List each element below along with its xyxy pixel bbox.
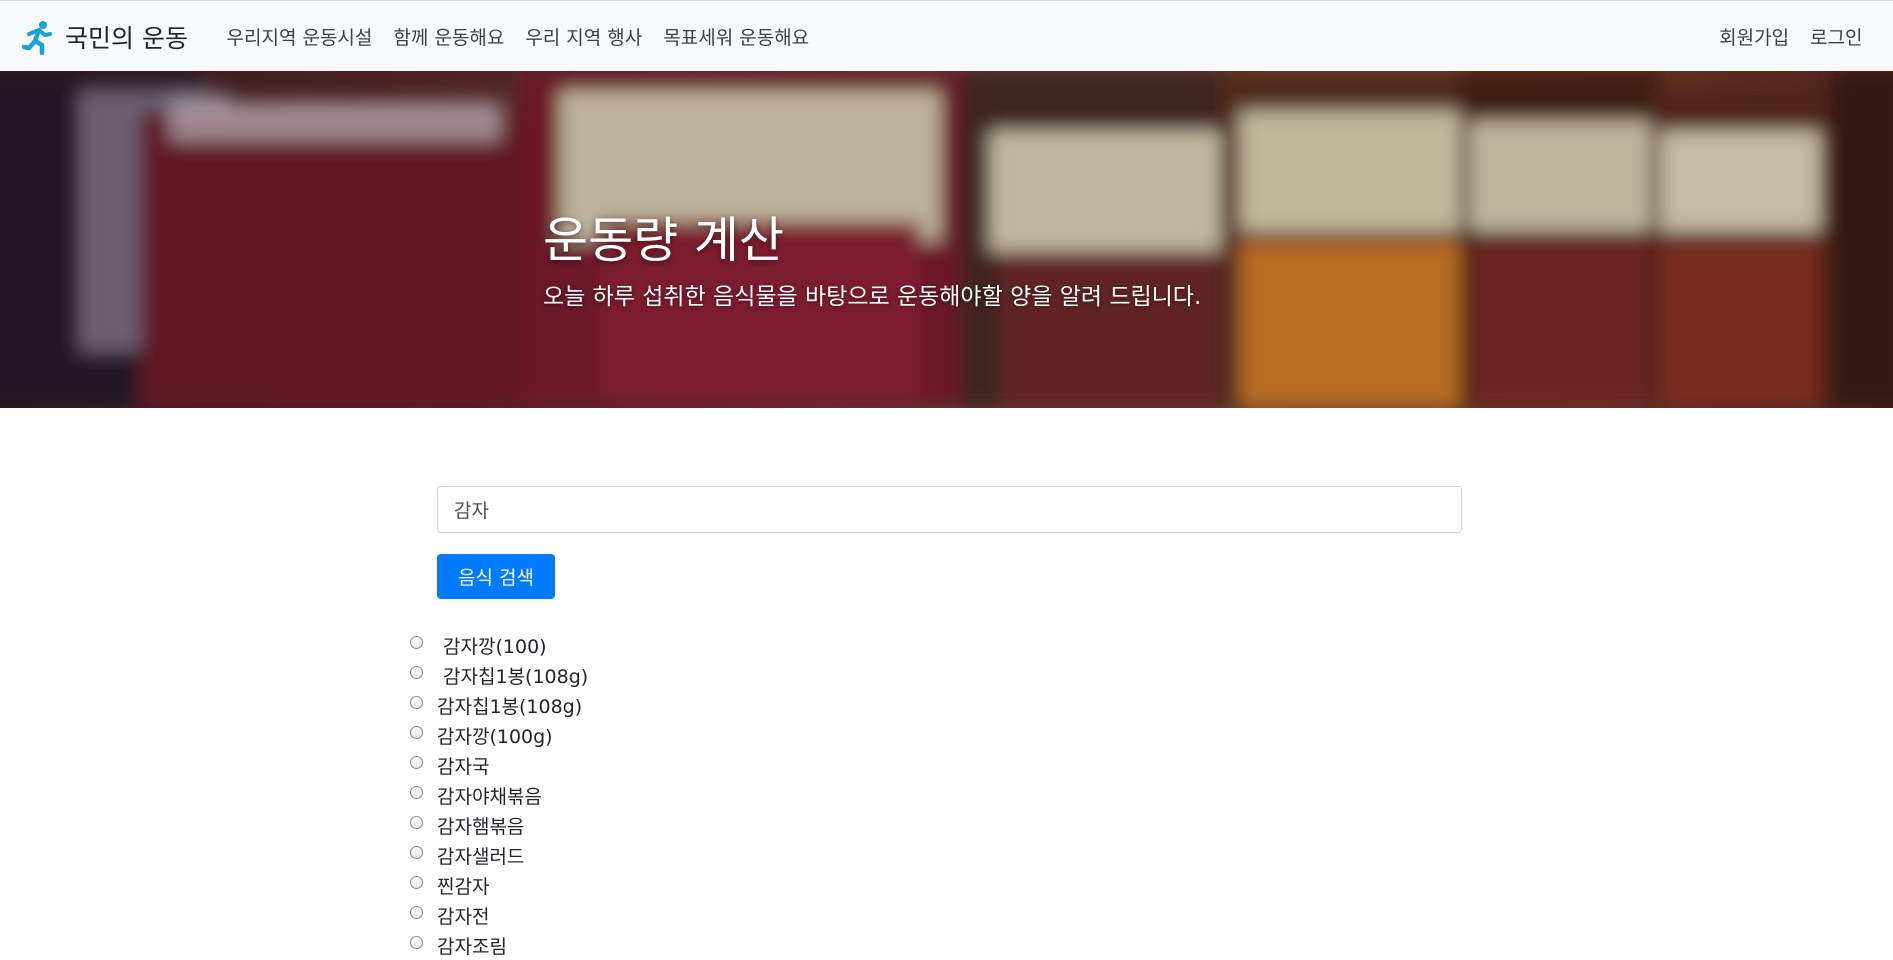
top-navbar: 국민의 운동 우리지역 운동시설 함께 운동해요 우리 지역 행사 목표세워 운…	[0, 0, 1893, 71]
food-option-label: 감자햄볶음	[437, 815, 525, 838]
food-option[interactable]: 감자샐러드	[410, 840, 588, 870]
hero-subtitle: 오늘 하루 섭취한 음식물을 바탕으로 운동해야할 양을 알려 드립니다.	[543, 284, 1202, 310]
radio-button[interactable]	[410, 695, 423, 709]
food-option-label: 찐감자	[437, 875, 490, 898]
food-option-label: 감자칩1봉(108g)	[437, 695, 583, 718]
nav-local-events[interactable]: 우리 지역 행사	[515, 23, 653, 50]
radio-button[interactable]	[410, 905, 423, 919]
food-option[interactable]: 감자칩1봉(108g)	[410, 690, 588, 720]
food-option[interactable]: 감자햄볶음	[410, 810, 588, 840]
radio-button[interactable]	[410, 635, 423, 649]
food-option-label: 감자칩1봉(108g)	[437, 665, 589, 688]
radio-button[interactable]	[410, 755, 423, 769]
radio-button[interactable]	[410, 935, 423, 949]
nav-goal-exercise[interactable]: 목표세워 운동해요	[653, 23, 820, 50]
hero-title: 운동량 계산	[543, 212, 784, 269]
radio-button[interactable]	[410, 845, 423, 859]
nav-local-facilities[interactable]: 우리지역 운동시설	[216, 23, 383, 50]
brand-name: 국민의 운동	[65, 23, 188, 53]
food-option-label: 감자국	[437, 755, 490, 778]
food-option[interactable]: 감자조림	[410, 930, 588, 960]
food-result-list: 감자깡(100) 감자칩1봉(108g) 감자칩1봉(108g) 감자깡(100…	[410, 630, 588, 960]
food-option[interactable]: 감자깡(100g)	[410, 720, 588, 750]
food-option[interactable]: 감자국	[410, 750, 588, 780]
food-option[interactable]: 찐감자	[410, 870, 588, 900]
nav-exercise-together[interactable]: 함께 운동해요	[383, 23, 515, 50]
food-option-label: 감자조림	[437, 935, 507, 958]
food-option-label: 감자깡(100)	[437, 635, 547, 658]
radio-button[interactable]	[410, 815, 423, 829]
login-link[interactable]: 로그인	[1800, 23, 1873, 50]
runner-icon	[21, 20, 52, 55]
radio-button[interactable]	[410, 875, 423, 889]
food-option[interactable]: 감자야채볶음	[410, 780, 588, 810]
food-search-button[interactable]: 음식 검색	[437, 554, 555, 599]
brand-logo-link[interactable]: 국민의 운동	[20, 1, 188, 72]
food-option-label: 감자깡(100g)	[437, 725, 553, 748]
radio-button[interactable]	[410, 785, 423, 799]
hero-banner: 운동량 계산 오늘 하루 섭취한 음식물을 바탕으로 운동해야할 양을 알려 드…	[0, 71, 1893, 408]
hero-background-image	[0, 71, 1893, 408]
signup-link[interactable]: 회원가입	[1709, 23, 1800, 50]
food-option[interactable]: 감자칩1봉(108g)	[410, 660, 588, 690]
radio-button[interactable]	[410, 725, 423, 739]
food-option-label: 감자전	[437, 905, 490, 928]
food-search-input[interactable]	[437, 486, 1462, 533]
food-option[interactable]: 감자깡(100)	[410, 630, 588, 660]
food-option-label: 감자야채볶음	[437, 785, 542, 808]
food-option-label: 감자샐러드	[437, 845, 525, 868]
radio-button[interactable]	[410, 665, 423, 679]
main-nav: 우리지역 운동시설 함께 운동해요 우리 지역 행사 목표세워 운동해요	[216, 1, 820, 72]
food-option[interactable]: 감자전	[410, 900, 588, 930]
account-nav: 회원가입 로그인	[1709, 1, 1873, 72]
